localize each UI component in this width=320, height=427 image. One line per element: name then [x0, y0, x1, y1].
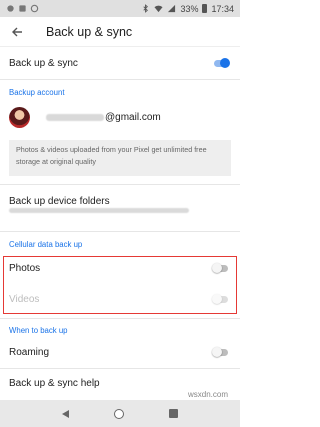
nav-recents-icon[interactable]: [168, 409, 178, 418]
nav-home-icon[interactable]: [113, 408, 124, 419]
battery-icon: [202, 4, 208, 13]
roaming-toggle[interactable]: [212, 347, 230, 357]
app-bar: Back up & sync: [0, 17, 240, 47]
storage-info-text: Photos & videos uploaded from your Pixel…: [16, 145, 207, 166]
redacted-folder-list: [9, 208, 189, 213]
redacted-email-user: [46, 113, 104, 121]
roaming-label: Roaming: [9, 346, 50, 358]
notification-icon: [30, 4, 39, 13]
account-email: @gmail.com: [46, 112, 161, 123]
status-time: 17:34: [211, 3, 234, 14]
roaming-row[interactable]: Roaming: [0, 344, 240, 360]
divider: [0, 184, 240, 185]
backup-sync-row[interactable]: Back up & sync: [0, 50, 240, 76]
backup-sync-label: Back up & sync: [9, 57, 78, 69]
storage-info-box: Photos & videos uploaded from your Pixel…: [9, 140, 231, 176]
notification-icons: [6, 4, 39, 13]
navigation-bar: [0, 400, 240, 427]
section-backup-account: Backup account: [9, 88, 65, 97]
notification-icon: [7, 5, 14, 12]
page-title: Back up & sync: [46, 24, 133, 39]
wifi-icon: [154, 5, 164, 13]
section-when-to-backup: When to back up: [9, 326, 68, 335]
device-folders-row[interactable]: Back up device folders: [0, 195, 240, 208]
device-folders-label: Back up device folders: [9, 196, 110, 207]
backup-sync-toggle[interactable]: [212, 58, 230, 68]
status-bar: 33% 17:34: [0, 0, 240, 17]
battery-percent: 33%: [180, 3, 199, 14]
account-row[interactable]: @gmail.com: [0, 104, 240, 130]
bluetooth-icon: [143, 4, 149, 13]
divider: [0, 79, 240, 80]
divider: [0, 231, 240, 232]
nav-back-icon[interactable]: [62, 409, 70, 418]
notification-icon: [19, 5, 26, 12]
avatar: [9, 106, 30, 128]
email-domain: @gmail.com: [105, 111, 161, 123]
section-cellular: Cellular data back up: [9, 240, 83, 249]
divider: [0, 318, 240, 319]
help-label: Back up & sync help: [9, 377, 100, 389]
divider: [0, 368, 240, 369]
cell-signal-icon: [168, 4, 176, 13]
watermark: wsxdn.com: [187, 390, 228, 399]
back-arrow-icon[interactable]: [10, 25, 24, 39]
highlight-box: [3, 256, 237, 314]
help-row[interactable]: Back up & sync help: [0, 376, 240, 390]
